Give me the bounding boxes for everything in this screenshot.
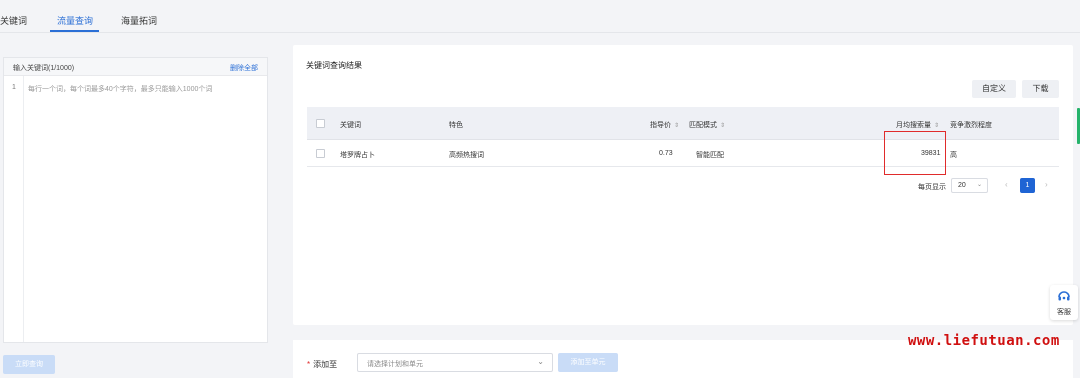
- tab-traffic-query[interactable]: 流量查询: [57, 14, 93, 27]
- tab-mass-expansion[interactable]: 海量拓词: [121, 14, 157, 27]
- column-header-feature: 特色: [449, 122, 463, 129]
- column-header-price[interactable]: 指导价 ⇕: [650, 120, 679, 130]
- add-to-label: * 添加至: [307, 360, 338, 369]
- line-number: 1: [12, 84, 16, 91]
- sort-icon[interactable]: ⇕: [934, 123, 939, 129]
- cell-competition: 高: [950, 152, 957, 159]
- page-size-value: 20: [958, 182, 966, 189]
- tab-keywords[interactable]: 关键词: [0, 14, 27, 27]
- table-header: 关键词 特色 指导价 ⇕ 匹配模式 ⇕ 月均搜索量 ⇕ 竞争激烈程度: [307, 107, 1059, 140]
- row-checkbox[interactable]: [316, 149, 325, 158]
- delete-all-link[interactable]: 删除全部: [230, 63, 258, 73]
- cell-match: 智能匹配: [696, 152, 724, 159]
- cell-feature: 高频热搜词: [449, 152, 484, 159]
- top-tab-bar: 关键词 流量查询 海量拓词: [0, 0, 1080, 33]
- keyword-input-header: 输入关键词(1/1000) 删除全部: [4, 58, 267, 76]
- column-header-monthly[interactable]: 月均搜索量 ⇕: [896, 120, 939, 130]
- sort-icon[interactable]: ⇕: [720, 123, 725, 129]
- results-title: 关键词查询结果: [306, 61, 362, 70]
- add-to-unit-button[interactable]: 添加至单元: [558, 353, 618, 372]
- download-button[interactable]: 下载: [1022, 80, 1059, 98]
- highlight-annotation: [884, 131, 946, 175]
- table-row: 塔罗牌占卜 高频热搜词 0.73 智能匹配 39831 高: [307, 140, 1059, 167]
- prev-page-icon[interactable]: ‹: [1005, 180, 1008, 189]
- page-number-current[interactable]: 1: [1020, 178, 1035, 193]
- query-now-button[interactable]: 立即查询: [3, 355, 55, 374]
- plan-select-placeholder: 请选择计划和单元: [367, 361, 423, 368]
- page-size-label: 每页显示: [918, 184, 946, 191]
- keyword-input-title: 输入关键词(1/1000): [13, 65, 75, 72]
- page-size-select[interactable]: 20 ⌄: [951, 178, 988, 193]
- customize-button[interactable]: 自定义: [972, 80, 1016, 98]
- keyword-input-panel: 输入关键词(1/1000) 删除全部 1 每行一个词，每个词最多40个字符，最多…: [3, 57, 268, 343]
- column-header-match[interactable]: 匹配模式 ⇕: [689, 120, 725, 130]
- headset-icon: [1057, 289, 1071, 305]
- customer-service-widget[interactable]: 客服: [1050, 285, 1078, 320]
- cell-price: 0.73: [659, 150, 673, 157]
- keyword-textarea[interactable]: 每行一个词，每个词最多40个字符，最多只能输入1000个词: [28, 84, 264, 94]
- column-header-competition: 竞争激烈程度: [950, 122, 992, 129]
- customer-service-label: 客服: [1057, 309, 1071, 316]
- cell-keyword: 塔罗牌占卜: [340, 152, 375, 159]
- chevron-down-icon: ⌄: [976, 182, 982, 188]
- chevron-down-icon: ⌄: [537, 357, 544, 366]
- plan-unit-select[interactable]: 请选择计划和单元 ⌄: [357, 353, 553, 372]
- sort-icon[interactable]: ⇕: [674, 123, 679, 129]
- watermark-text: www.liefutuan.com: [908, 333, 1060, 349]
- column-header-keyword: 关键词: [340, 122, 361, 129]
- next-page-icon[interactable]: ›: [1045, 180, 1048, 189]
- select-all-checkbox[interactable]: [316, 119, 325, 128]
- active-tab-indicator: [50, 30, 99, 32]
- line-number-gutter: 1: [4, 76, 24, 342]
